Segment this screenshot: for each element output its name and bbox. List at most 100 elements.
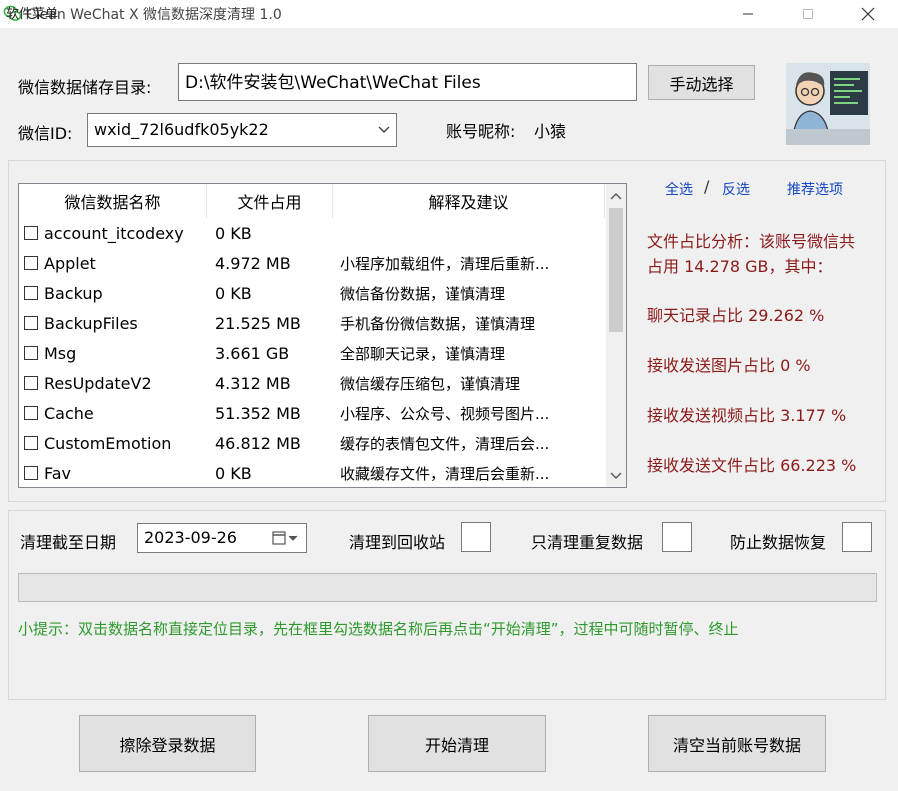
maximize-icon <box>803 9 813 19</box>
row-note: 手机备份微信数据，谨慎清理 <box>340 314 536 333</box>
image-ratio: 接收发送图片占比 0 % <box>647 356 811 375</box>
header-size[interactable]: 文件占用 <box>207 184 333 218</box>
table-row[interactable]: BackupFiles 21.525 MB 手机备份微信数据，谨慎清理 <box>19 308 605 338</box>
row-name: account_itcodexy <box>44 223 184 243</box>
wechat-id-value: wxid_72l6udfk05yk22 <box>94 120 269 139</box>
row-checkbox[interactable] <box>24 226 38 240</box>
row-checkbox[interactable] <box>24 286 38 300</box>
storage-dir-label: 微信数据储存目录: <box>18 78 152 97</box>
wechat-id-select[interactable]: wxid_72l6udfk05yk22 <box>87 113 397 147</box>
scroll-down-icon[interactable] <box>610 472 622 480</box>
window-title: Clean WeChat X 微信数据深度清理 1.0 <box>26 7 282 23</box>
calendar-dropdown-icon <box>272 531 298 545</box>
prevent-recovery-label: 防止数据恢复 <box>730 533 827 552</box>
data-list[interactable]: 微信数据名称 文件占用 解释及建议 account_itcodexy 0 KB Ap… <box>18 183 627 488</box>
row-name-cell[interactable]: ResUpdateV2 <box>19 368 207 398</box>
wechat-id-label: 微信ID: <box>18 124 73 143</box>
date-label: 清理截至日期 <box>20 533 117 552</box>
invert-selection-link[interactable]: 反选 <box>722 179 750 199</box>
row-checkbox[interactable] <box>24 316 38 330</box>
maximize-button[interactable] <box>785 0 831 28</box>
minimize-button[interactable] <box>725 0 771 28</box>
selection-separator: / <box>704 177 710 196</box>
row-checkbox[interactable] <box>24 256 38 270</box>
row-name: BackupFiles <box>44 313 138 333</box>
row-name-cell[interactable]: account_itcodexy <box>19 218 207 248</box>
row-name-cell[interactable]: Msg <box>19 338 207 368</box>
table-row[interactable]: account_itcodexy 0 KB <box>19 218 605 248</box>
row-note: 微信备份数据，谨慎清理 <box>340 284 506 303</box>
date-picker[interactable]: 2023-09-26 <box>137 523 307 553</box>
chat-ratio: 聊天记录占比 29.262 % <box>647 306 825 325</box>
manual-select-button[interactable]: 手动选择 <box>648 65 755 100</box>
close-button[interactable] <box>845 0 891 28</box>
hint-text: 小提示：双击数据名称直接定位目录，先在框里勾选数据名称后再点击“开始清理”，过程… <box>18 620 739 638</box>
row-note: 收藏缓存文件，清理后会重新... <box>340 464 550 483</box>
row-note: 小程序、公众号、视频号图片... <box>340 404 550 423</box>
row-size: 0 KB <box>215 283 252 303</box>
row-name-cell[interactable]: BackupFiles <box>19 308 207 338</box>
close-icon <box>861 7 875 21</box>
start-clean-button[interactable]: 开始清理 <box>368 715 546 772</box>
row-name: Applet <box>44 253 96 273</box>
header-note[interactable]: 解释及建议 <box>333 184 605 218</box>
row-size: 4.972 MB <box>215 253 291 273</box>
row-name-cell[interactable]: Applet <box>19 248 207 278</box>
recommend-link[interactable]: 推荐选项 <box>787 179 843 199</box>
row-checkbox[interactable] <box>24 406 38 420</box>
row-note: 全部聊天记录，谨慎清理 <box>340 344 506 363</box>
header-name[interactable]: 微信数据名称 <box>19 184 207 218</box>
row-checkbox[interactable] <box>24 346 38 360</box>
row-name: Backup <box>44 283 103 303</box>
row-note: 缓存的表情包文件，清理后会... <box>340 434 550 453</box>
erase-login-button[interactable]: 擦除登录数据 <box>79 715 256 772</box>
row-size: 0 KB <box>215 463 252 483</box>
row-size: 4.312 MB <box>215 373 291 393</box>
row-name: ResUpdateV2 <box>44 373 152 393</box>
file-ratio: 接收发送文件占比 66.223 % <box>647 456 857 475</box>
menu-item-software[interactable]: 软件菜单 <box>6 3 58 22</box>
row-note <box>333 218 605 248</box>
row-name-cell[interactable]: Fav <box>19 458 207 487</box>
row-size: 3.661 GB <box>215 343 290 363</box>
table-row[interactable]: Cache 51.352 MB 小程序、公众号、视频号图片... <box>19 398 605 428</box>
list-header: 微信数据名称 文件占用 解释及建议 <box>19 184 605 218</box>
minimize-icon <box>743 13 753 15</box>
scroll-up-icon[interactable] <box>610 192 622 200</box>
clear-account-button[interactable]: 清空当前账号数据 <box>648 715 826 772</box>
table-row[interactable]: Msg 3.661 GB 全部聊天记录，谨慎清理 <box>19 338 605 368</box>
analysis-line1: 文件占比分析：该账号微信共 <box>647 232 856 251</box>
row-checkbox[interactable] <box>24 436 38 450</box>
row-size: 21.525 MB <box>215 313 301 333</box>
nickname-value: 小猿 <box>534 122 567 141</box>
menu-bar <box>0 28 898 50</box>
row-name-cell[interactable]: Cache <box>19 398 207 428</box>
recycle-checkbox[interactable] <box>461 522 491 552</box>
prevent-recovery-checkbox[interactable] <box>842 522 872 552</box>
table-row[interactable]: CustomEmotion 46.812 MB 缓存的表情包文件，清理后会... <box>19 428 605 458</box>
scrollbar-thumb[interactable] <box>609 208 623 332</box>
row-name: CustomEmotion <box>44 433 172 453</box>
row-size: 0 KB <box>215 223 252 243</box>
row-name: Cache <box>44 403 94 423</box>
video-ratio: 接收发送视频占比 3.177 % <box>647 406 847 425</box>
row-checkbox[interactable] <box>24 466 38 480</box>
table-row[interactable]: Fav 0 KB 收藏缓存文件，清理后会重新... <box>19 458 605 487</box>
progress-bar <box>18 573 877 602</box>
table-row[interactable]: Backup 0 KB 微信备份数据，谨慎清理 <box>19 278 605 308</box>
select-all-link[interactable]: 全选 <box>665 179 693 199</box>
row-note: 微信缓存压缩包，谨慎清理 <box>340 374 521 393</box>
duplicate-only-checkbox[interactable] <box>662 522 692 552</box>
table-row[interactable]: ResUpdateV2 4.312 MB 微信缓存压缩包，谨慎清理 <box>19 368 605 398</box>
row-checkbox[interactable] <box>24 376 38 390</box>
storage-path-input[interactable]: D:\软件安装包\WeChat\WeChat Files <box>178 63 637 101</box>
table-row[interactable]: Applet 4.972 MB 小程序加载组件，清理后重新... <box>19 248 605 278</box>
row-size: 51.352 MB <box>215 403 301 423</box>
recycle-label: 清理到回收站 <box>349 533 446 552</box>
nickname-label: 账号昵称: <box>446 122 516 141</box>
row-name-cell[interactable]: Backup <box>19 278 207 308</box>
row-name: Msg <box>44 343 77 363</box>
row-name-cell[interactable]: CustomEmotion <box>19 428 207 458</box>
date-value: 2023-09-26 <box>144 528 237 547</box>
duplicate-only-label: 只清理重复数据 <box>531 533 644 552</box>
